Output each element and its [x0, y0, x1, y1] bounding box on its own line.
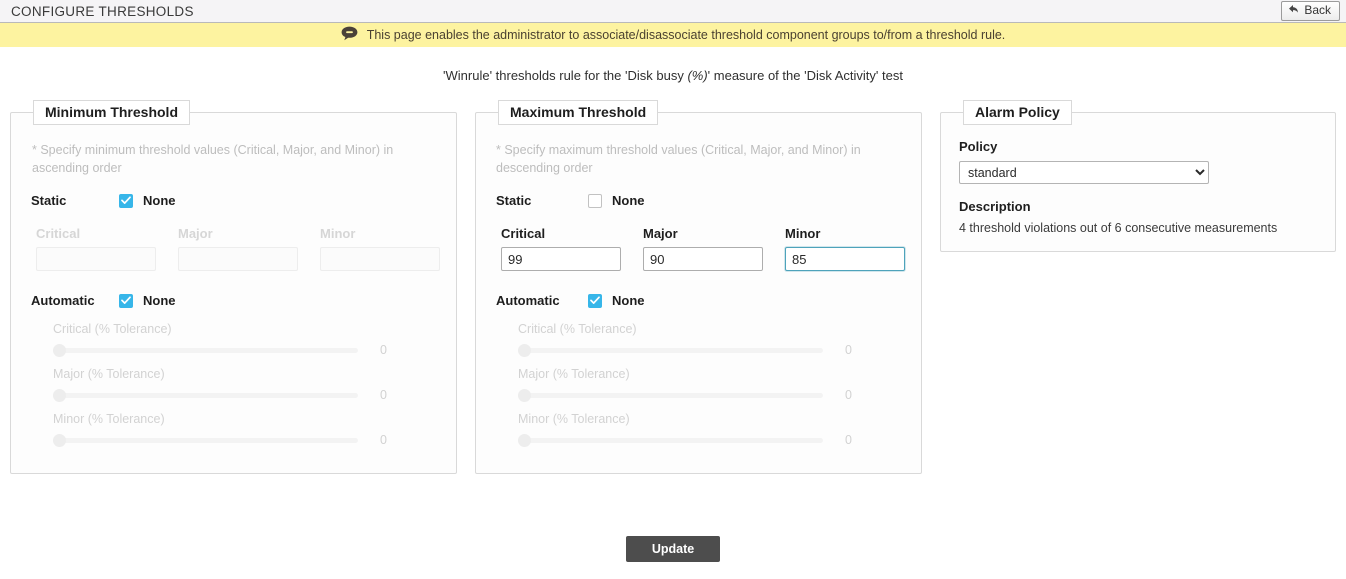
- maximum-major-label: Major: [643, 226, 678, 241]
- maximum-threshold-panel: Maximum Threshold * Specify maximum thre…: [475, 100, 922, 474]
- check-icon: [121, 296, 131, 304]
- minimum-critical-tolerance-group: Critical (% Tolerance) 0: [53, 322, 440, 357]
- minimum-static-fields: Critical Major Minor: [36, 226, 440, 271]
- maximum-minor-tolerance-group: Minor (% Tolerance) 0: [518, 412, 905, 447]
- maximum-critical-tolerance-label: Critical (% Tolerance): [518, 322, 637, 336]
- maximum-critical-tolerance-group: Critical (% Tolerance) 0: [518, 322, 905, 357]
- maximum-tolerance-sliders: Critical (% Tolerance) 0 Major (% Tolera…: [518, 322, 905, 447]
- slider-knob[interactable]: [518, 343, 531, 357]
- footer: Update: [0, 536, 1346, 562]
- description-title: Description: [959, 199, 1031, 214]
- minimum-automatic-row: Automatic None: [31, 293, 440, 308]
- maximum-critical-label: Critical: [501, 226, 546, 241]
- minimum-minor-tolerance-label: Minor (% Tolerance): [53, 412, 165, 426]
- maximum-critical-input[interactable]: [501, 247, 621, 271]
- minimum-critical-input[interactable]: [36, 247, 156, 271]
- maximum-automatic-label: Automatic: [496, 293, 560, 308]
- minimum-minor-tolerance-group: Minor (% Tolerance) 0: [53, 412, 440, 447]
- minimum-minor-input[interactable]: [320, 247, 440, 271]
- page-header: CONFIGURE THRESHOLDS Back: [0, 0, 1346, 23]
- maximum-minor-input[interactable]: [785, 247, 905, 271]
- maximum-threshold-legend: Maximum Threshold: [498, 100, 659, 125]
- maximum-major-tolerance-value: 0: [845, 388, 852, 402]
- rule-subtitle: 'Winrule' thresholds rule for the 'Disk …: [0, 68, 1346, 83]
- maximum-minor-tolerance-value: 0: [845, 433, 852, 447]
- policy-label: Policy: [959, 139, 998, 154]
- maximum-critical-tolerance-value: 0: [845, 343, 852, 357]
- maximum-critical-field-group: Critical: [501, 226, 621, 271]
- minimum-critical-tolerance-slider[interactable]: [53, 343, 358, 357]
- minimum-minor-field-group: Minor: [320, 226, 440, 271]
- back-button-label: Back: [1304, 3, 1331, 17]
- maximum-major-field-group: Major: [643, 226, 763, 271]
- minimum-threshold-panel: Minimum Threshold * Specify minimum thre…: [10, 100, 457, 474]
- minimum-static-none-checkbox[interactable]: [119, 193, 133, 208]
- maximum-automatic-row: Automatic None: [496, 293, 905, 308]
- rule-subtitle-prefix: 'Winrule' thresholds rule for the 'Disk …: [443, 68, 688, 83]
- speech-bubble-icon: [341, 26, 358, 44]
- maximum-major-input[interactable]: [643, 247, 763, 271]
- maximum-critical-tolerance-slider[interactable]: [518, 343, 823, 357]
- maximum-static-row: Static None: [496, 193, 905, 208]
- update-button[interactable]: Update: [625, 536, 721, 562]
- minimum-critical-label: Critical: [36, 226, 81, 241]
- minimum-automatic-none-label: None: [143, 293, 176, 308]
- maximum-minor-tolerance-slider[interactable]: [518, 433, 823, 447]
- minimum-minor-tolerance-value: 0: [380, 433, 387, 447]
- minimum-threshold-legend: Minimum Threshold: [33, 100, 190, 125]
- minimum-major-field-group: Major: [178, 226, 298, 271]
- minimum-static-label: Static: [31, 193, 67, 208]
- minimum-automatic-none-checkbox[interactable]: [119, 293, 133, 308]
- maximum-static-none-checkbox[interactable]: [588, 193, 602, 208]
- maximum-static-none-label: None: [612, 193, 645, 208]
- minimum-static-none-label: None: [143, 193, 176, 208]
- alarm-policy-legend: Alarm Policy: [963, 100, 1072, 125]
- minimum-major-input[interactable]: [178, 247, 298, 271]
- back-arrow-icon: [1288, 3, 1299, 18]
- back-button[interactable]: Back: [1281, 1, 1340, 21]
- check-icon: [121, 196, 131, 204]
- info-banner-text: This page enables the administrator to a…: [366, 28, 1006, 42]
- slider-knob[interactable]: [53, 433, 66, 447]
- maximum-minor-field-group: Minor: [785, 226, 905, 271]
- minimum-major-label: Major: [178, 226, 213, 241]
- slider-knob[interactable]: [518, 433, 531, 447]
- minimum-minor-tolerance-slider[interactable]: [53, 433, 358, 447]
- minimum-threshold-hint: * Specify minimum threshold values (Crit…: [32, 143, 394, 175]
- policy-select[interactable]: standard: [959, 161, 1209, 184]
- maximum-major-tolerance-group: Major (% Tolerance) 0: [518, 367, 905, 402]
- page-title: CONFIGURE THRESHOLDS: [11, 3, 194, 19]
- minimum-minor-label: Minor: [320, 226, 356, 241]
- slider-knob[interactable]: [53, 343, 66, 357]
- maximum-static-fields: Critical Major Minor: [501, 226, 905, 271]
- minimum-critical-tolerance-label: Critical (% Tolerance): [53, 322, 172, 336]
- rule-subtitle-unit: (%): [687, 68, 708, 83]
- maximum-major-tolerance-label: Major (% Tolerance): [518, 367, 630, 381]
- minimum-major-tolerance-group: Major (% Tolerance) 0: [53, 367, 440, 402]
- alarm-policy-panel: Alarm Policy Policy standard Description…: [940, 100, 1336, 252]
- maximum-automatic-none-label: None: [612, 293, 645, 308]
- maximum-major-tolerance-slider[interactable]: [518, 388, 823, 402]
- maximum-minor-tolerance-label: Minor (% Tolerance): [518, 412, 630, 426]
- maximum-threshold-hint: * Specify maximum threshold values (Crit…: [496, 143, 861, 175]
- slider-knob[interactable]: [518, 388, 531, 402]
- description-text: 4 threshold violations out of 6 consecut…: [959, 221, 1278, 235]
- slider-knob[interactable]: [53, 388, 66, 402]
- minimum-tolerance-sliders: Critical (% Tolerance) 0 Major (% Tolera…: [53, 322, 440, 447]
- minimum-static-row: Static None: [31, 193, 440, 208]
- check-icon: [590, 296, 600, 304]
- info-banner: This page enables the administrator to a…: [0, 23, 1346, 48]
- minimum-automatic-label: Automatic: [31, 293, 95, 308]
- minimum-major-tolerance-slider[interactable]: [53, 388, 358, 402]
- maximum-static-label: Static: [496, 193, 532, 208]
- panels-row: Minimum Threshold * Specify minimum thre…: [0, 100, 1346, 474]
- maximum-minor-label: Minor: [785, 226, 821, 241]
- minimum-critical-tolerance-value: 0: [380, 343, 387, 357]
- minimum-critical-field-group: Critical: [36, 226, 156, 271]
- minimum-major-tolerance-label: Major (% Tolerance): [53, 367, 165, 381]
- rule-subtitle-suffix: ' measure of the 'Disk Activity' test: [707, 68, 903, 83]
- maximum-automatic-none-checkbox[interactable]: [588, 293, 602, 308]
- minimum-major-tolerance-value: 0: [380, 388, 387, 402]
